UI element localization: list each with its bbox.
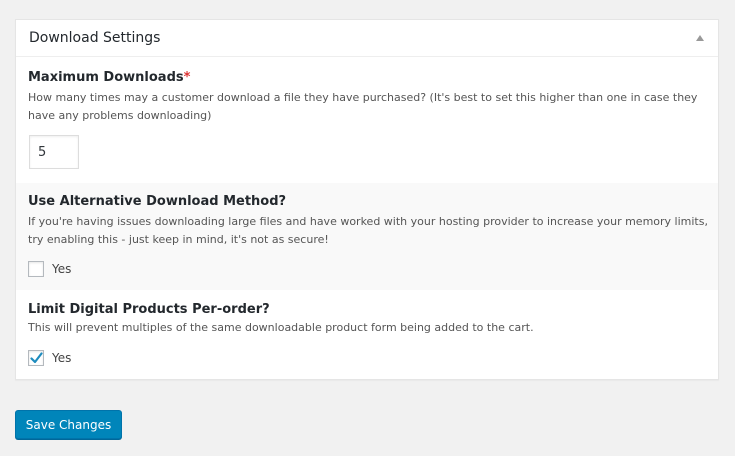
limit-digital-description: This will prevent multiples of the same … — [28, 321, 534, 334]
alt-download-label: Use Alternative Download Method? — [28, 194, 287, 209]
max-downloads-section: Maximum Downloads* How many times may a … — [16, 57, 718, 183]
limit-digital-label: Limit Digital Products Per-order? — [28, 302, 270, 317]
alt-download-option-label: Yes — [52, 262, 72, 276]
alt-download-section: Use Alternative Download Method? If you'… — [16, 183, 718, 290]
limit-digital-checkbox[interactable] — [28, 350, 44, 366]
limit-digital-option-label: Yes — [52, 351, 72, 365]
limit-digital-section: Limit Digital Products Per-order? This w… — [16, 290, 718, 380]
max-downloads-label: Maximum Downloads* — [28, 70, 190, 85]
max-downloads-label-text: Maximum Downloads — [28, 70, 184, 85]
panel-title: Download Settings — [29, 30, 161, 46]
triangle-up-icon — [696, 35, 704, 41]
panel-header: Download Settings — [16, 20, 718, 57]
max-downloads-input[interactable] — [29, 135, 79, 169]
limit-digital-option[interactable]: Yes — [28, 350, 71, 366]
required-asterisk: * — [183, 70, 191, 85]
alt-download-checkbox[interactable] — [28, 261, 44, 277]
alt-download-description: If you're having issues downloading larg… — [28, 215, 708, 246]
checkmark-icon — [29, 352, 43, 364]
download-settings-panel: Download Settings Maximum Downloads* How… — [15, 19, 719, 380]
save-changes-button[interactable]: Save Changes — [15, 410, 122, 439]
max-downloads-description: How many times may a customer download a… — [28, 91, 698, 122]
alt-download-option[interactable]: Yes — [28, 261, 71, 277]
collapse-toggle-button[interactable] — [690, 28, 710, 48]
